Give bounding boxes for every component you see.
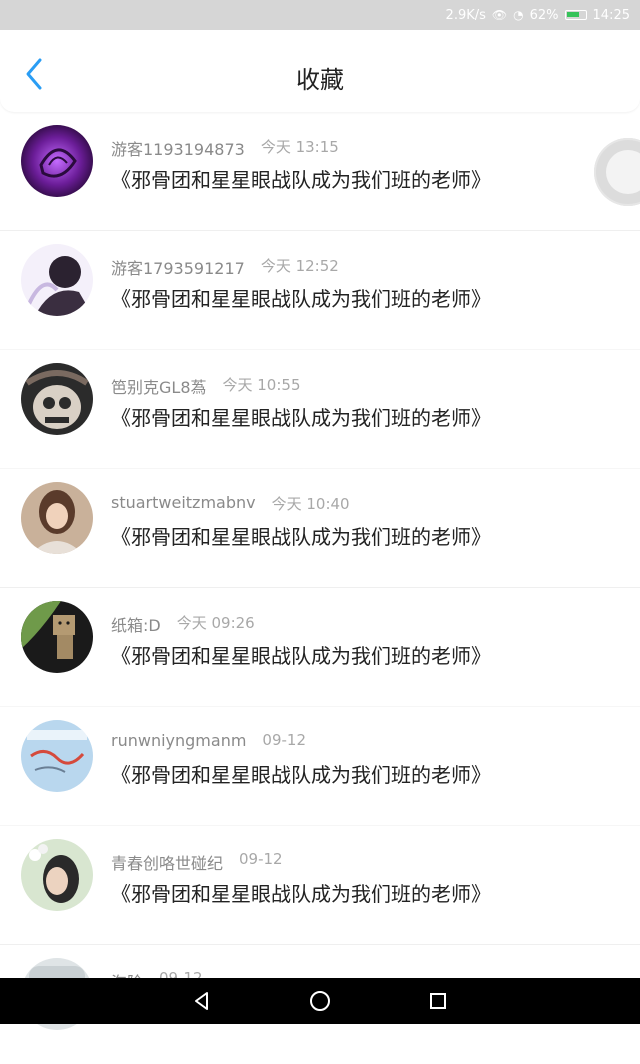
timestamp: 今天 13:15 bbox=[260, 138, 339, 156]
nav-recents-button[interactable] bbox=[420, 983, 456, 1019]
timestamp: 今天 09:26 bbox=[176, 614, 255, 632]
timestamp: 09-12 bbox=[239, 850, 283, 868]
username[interactable]: 笆别克GL8蒍 bbox=[111, 374, 207, 398]
item-title[interactable]: 《邪骨团和星星眼战队成为我们班的老师》 bbox=[111, 521, 491, 550]
timestamp: 今天 10:55 bbox=[222, 376, 301, 394]
username[interactable]: stuartweitzmabnv bbox=[111, 493, 256, 514]
navigation-bar bbox=[0, 978, 640, 1024]
square-recents-icon bbox=[430, 993, 446, 1009]
timestamp: 09-12 bbox=[262, 731, 307, 749]
header-bar: 收藏 bbox=[0, 30, 640, 112]
item-title[interactable]: 《邪骨团和星星眼战队成为我们班的老师》 bbox=[111, 878, 491, 907]
avatar[interactable] bbox=[21, 363, 93, 435]
item-meta: runwniyngmanm 09-12 bbox=[111, 731, 306, 750]
timestamp: 今天 10:40 bbox=[271, 495, 350, 513]
list-item[interactable]: 笆别克GL8蒍 今天 10:55 《邪骨团和星星眼战队成为我们班的老师》 bbox=[0, 350, 640, 469]
username[interactable]: 游客1793591217 bbox=[111, 255, 245, 279]
item-title[interactable]: 《邪骨团和星星眼战队成为我们班的老师》 bbox=[111, 283, 491, 312]
item-title[interactable]: 《邪骨团和星星眼战队成为我们班的老师》 bbox=[111, 402, 491, 431]
eye-icon: 👁 bbox=[491, 8, 508, 22]
item-meta: stuartweitzmabnv 今天 10:40 bbox=[111, 493, 350, 514]
item-meta: 游客1193194873 今天 13:15 bbox=[111, 136, 339, 160]
list-item[interactable]: 游客1793591217 今天 12:52 《邪骨团和星星眼战队成为我们班的老师… bbox=[0, 231, 640, 350]
battery-icon bbox=[564, 10, 587, 20]
battery-percent: 62% bbox=[529, 7, 559, 23]
network-speed: 2.9K/s bbox=[445, 7, 486, 23]
nav-home-button[interactable] bbox=[302, 983, 338, 1019]
item-meta: 笆别克GL8蒍 今天 10:55 bbox=[111, 374, 301, 398]
clock: 14:25 bbox=[592, 7, 630, 23]
page-title: 收藏 bbox=[296, 66, 344, 94]
list-item[interactable]: runwniyngmanm 09-12 《邪骨团和星星眼战队成为我们班的老师》 bbox=[0, 707, 640, 826]
username[interactable]: runwniyngmanm bbox=[111, 731, 246, 750]
circle-home-icon bbox=[310, 991, 330, 1011]
status-bar: 2.9K/s 👁 ◔ 62% 14:25 bbox=[0, 0, 640, 30]
username[interactable]: 游客1193194873 bbox=[111, 136, 245, 160]
username[interactable]: 纸箱:D bbox=[111, 612, 161, 636]
item-title[interactable]: 《邪骨团和星星眼战队成为我们班的老师》 bbox=[111, 164, 491, 193]
favorites-list: 游客1193194873 今天 13:15 《邪骨团和星星眼战队成为我们班的老师… bbox=[0, 112, 640, 1064]
avatar[interactable] bbox=[21, 720, 93, 792]
list-item[interactable]: 青春创咯世碰纪 09-12 《邪骨团和星星眼战队成为我们班的老师》 bbox=[0, 826, 640, 945]
triangle-back-icon bbox=[195, 992, 208, 1010]
timestamp: 今天 12:52 bbox=[260, 257, 339, 275]
item-meta: 青春创咯世碰纪 09-12 bbox=[111, 850, 283, 874]
list-item[interactable]: 纸箱:D 今天 09:26 《邪骨团和星星眼战队成为我们班的老师》 bbox=[0, 588, 640, 707]
nav-back-button[interactable] bbox=[184, 983, 220, 1019]
list-item[interactable]: 游客1193194873 今天 13:15 《邪骨团和星星眼战队成为我们班的老师… bbox=[0, 112, 640, 231]
avatar[interactable] bbox=[21, 244, 93, 316]
wifi-icon: ◔ bbox=[513, 8, 524, 22]
list-item[interactable]: stuartweitzmabnv 今天 10:40 《邪骨团和星星眼战队成为我们… bbox=[0, 469, 640, 588]
item-meta: 纸箱:D 今天 09:26 bbox=[111, 612, 255, 636]
avatar[interactable] bbox=[21, 601, 93, 673]
avatar[interactable] bbox=[21, 482, 93, 554]
item-title[interactable]: 《邪骨团和星星眼战队成为我们班的老师》 bbox=[111, 640, 491, 669]
item-meta: 游客1793591217 今天 12:52 bbox=[111, 255, 339, 279]
item-title[interactable]: 《邪骨团和星星眼战队成为我们班的老师》 bbox=[111, 759, 491, 788]
avatar[interactable] bbox=[21, 125, 93, 197]
username[interactable]: 青春创咯世碰纪 bbox=[111, 850, 223, 874]
avatar[interactable] bbox=[21, 839, 93, 911]
